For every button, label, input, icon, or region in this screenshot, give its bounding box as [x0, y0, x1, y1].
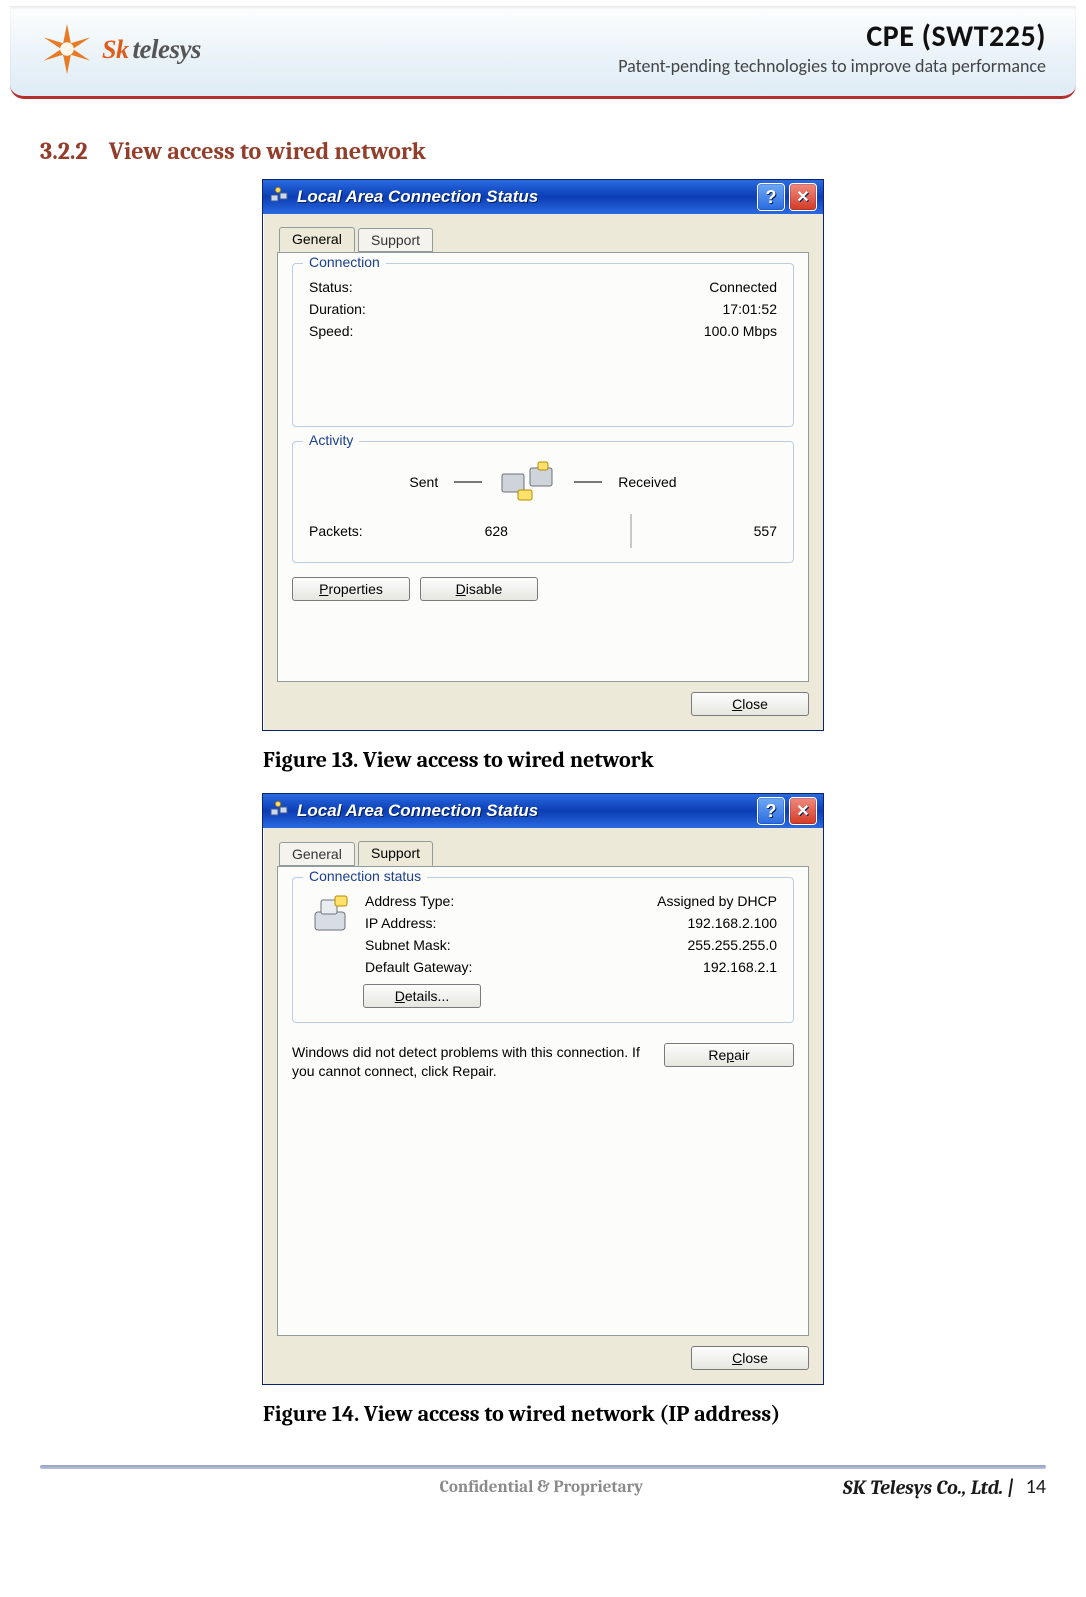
header-right: CPE (SWT225) Patent-pending technologies…: [618, 18, 1046, 77]
tab-support[interactable]: Support: [358, 228, 433, 252]
figure-14: Local Area Connection Status ? ✕ General…: [40, 793, 1046, 1447]
sent-label: Sent: [409, 474, 438, 490]
network-icon: [269, 801, 289, 821]
dash-icon: [454, 481, 482, 483]
xp-window-general: Local Area Connection Status ? ✕ General…: [262, 179, 824, 731]
header-subtitle: Patent-pending technologies to improve d…: [618, 55, 1046, 77]
window-titlebar[interactable]: Local Area Connection Status ? ✕: [263, 180, 823, 214]
tab-strip: General Support: [279, 226, 809, 252]
group-connection-status: Connection status Address Type:Assigned …: [292, 877, 794, 1023]
tab-general[interactable]: General: [279, 227, 355, 252]
header-title: CPE (SWT225): [618, 18, 1046, 55]
ip-label: IP Address:: [365, 915, 436, 931]
group-connection-legend: Connection: [303, 254, 386, 270]
close-label: lose: [742, 696, 768, 712]
mask-value: 255.255.255.0: [687, 937, 777, 953]
repair-button[interactable]: Repair: [664, 1043, 794, 1067]
status-value: Connected: [709, 279, 777, 295]
footer-company: SK Telesys Co., Ltd. |: [843, 1476, 1014, 1499]
details-label: etails...: [405, 988, 449, 1004]
section-title: View access to wired network: [109, 137, 426, 165]
help-button[interactable]: ?: [757, 183, 785, 211]
ip-value: 192.168.2.100: [687, 915, 777, 931]
page-header: Sktelesys CPE (SWT225) Patent-pending te…: [10, 6, 1076, 99]
details-button[interactable]: Details...: [363, 984, 481, 1008]
footer-page-number: 14: [1026, 1475, 1046, 1499]
window-titlebar[interactable]: Local Area Connection Status ? ✕: [263, 794, 823, 828]
gw-label: Default Gateway:: [365, 959, 472, 975]
section-heading: 3.2.2 View access to wired network: [40, 137, 1046, 165]
network-icon: [269, 187, 289, 207]
tab-strip: General Support: [279, 840, 809, 866]
tab-general[interactable]: General: [279, 842, 355, 866]
dash-icon: [574, 481, 602, 483]
document-page: Sktelesys CPE (SWT225) Patent-pending te…: [0, 6, 1086, 1597]
properties-button[interactable]: Properties: [292, 577, 410, 601]
speed-label: Speed:: [309, 323, 353, 339]
addr-type-label: Address Type:: [365, 893, 454, 909]
page-footer: Confidential & Proprietary SK Telesys Co…: [40, 1475, 1046, 1499]
footer-confidential: Confidential & Proprietary: [240, 1478, 843, 1497]
logo-burst-icon: [38, 20, 96, 78]
divider-icon: [630, 514, 632, 548]
packets-received: 557: [754, 523, 777, 539]
gw-value: 192.168.2.1: [703, 959, 777, 975]
section-number: 3.2.2: [40, 137, 88, 165]
speed-value: 100.0 Mbps: [704, 323, 777, 339]
adapter-icon: [309, 894, 353, 938]
group-activity: Activity Sent: [292, 441, 794, 563]
figure-13: Local Area Connection Status ? ✕ General…: [40, 179, 1046, 793]
footer-rule: [40, 1465, 1046, 1469]
window-title: Local Area Connection Status: [297, 801, 538, 821]
disable-button[interactable]: Disable: [420, 577, 538, 601]
figure-14-caption: Figure 14. View access to wired network …: [263, 1401, 823, 1427]
figure-13-caption: Figure 13. View access to wired network: [263, 747, 823, 773]
packets-row: Packets: 628 557: [307, 514, 779, 548]
close-icon[interactable]: ✕: [789, 183, 817, 211]
packets-label: Packets:: [309, 523, 363, 539]
close-button[interactable]: Close: [691, 692, 809, 716]
mask-label: Subnet Mask:: [365, 937, 451, 953]
repair-note: Windows did not detect problems with thi…: [292, 1043, 794, 1081]
activity-row: Sent Received: [307, 460, 779, 504]
addr-type-value: Assigned by DHCP: [657, 893, 777, 909]
close-icon[interactable]: ✕: [789, 797, 817, 825]
tab-panel-support: Connection status Address Type: Assigned …: [277, 866, 809, 1336]
button-row: Properties Disable: [292, 577, 794, 601]
status-label: Status:: [309, 279, 353, 295]
received-label: Received: [618, 474, 676, 490]
logo-text: Sktelesys: [102, 34, 201, 65]
duration-value: 17:01:52: [723, 301, 778, 317]
company-logo: Sktelesys: [38, 20, 201, 78]
tab-support[interactable]: Support: [358, 841, 433, 866]
close-button[interactable]: Close: [691, 1346, 809, 1370]
window-title: Local Area Connection Status: [297, 187, 538, 207]
tab-panel-general: Connection Status: Connected Duration: 17:…: [277, 252, 809, 682]
note-text: Windows did not detect problems with thi…: [292, 1043, 646, 1081]
window-body: General Support Connection status: [263, 828, 823, 1384]
logo-telesys: telesys: [132, 34, 200, 64]
repair-label: Repair: [708, 1047, 749, 1063]
group-connection: Connection Status:Connected Duration:17:…: [292, 263, 794, 427]
logo-sk: Sk: [102, 35, 128, 64]
properties-label: roperties: [328, 581, 382, 597]
help-button[interactable]: ?: [757, 797, 785, 825]
close-label: lose: [742, 1350, 768, 1366]
window-body: General Support Connection Status:Connec…: [263, 214, 823, 730]
support-rows: Address Type: Assigned by DHCP IP Address…: [363, 890, 779, 1008]
xp-window-support: Local Area Connection Status ? ✕ General…: [262, 793, 824, 1385]
group-activity-legend: Activity: [303, 432, 359, 448]
packets-sent: 628: [485, 523, 508, 539]
disable-label: isable: [466, 581, 503, 597]
duration-label: Duration:: [309, 301, 366, 317]
computers-icon: [498, 460, 558, 504]
group-status-legend: Connection status: [303, 868, 427, 884]
